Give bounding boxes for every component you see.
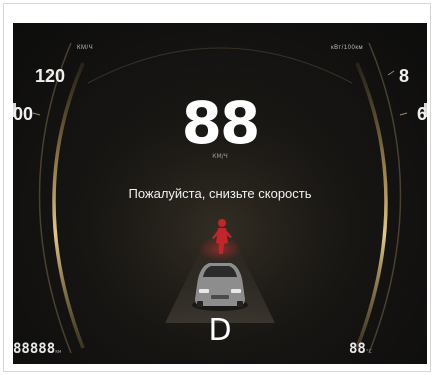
odometer-value: 88888 <box>13 341 56 357</box>
odometer-unit: км <box>55 349 62 355</box>
instrument-cluster: КМ/Ч 120 00 кВт/100км 8 6 88 КМ/Ч Пожалу… <box>13 23 427 364</box>
odometer: 88888км <box>13 341 61 357</box>
temperature-unit: °C <box>365 349 372 355</box>
outside-temperature: 88°C <box>349 341 372 357</box>
temperature-value: 88 <box>349 341 366 357</box>
